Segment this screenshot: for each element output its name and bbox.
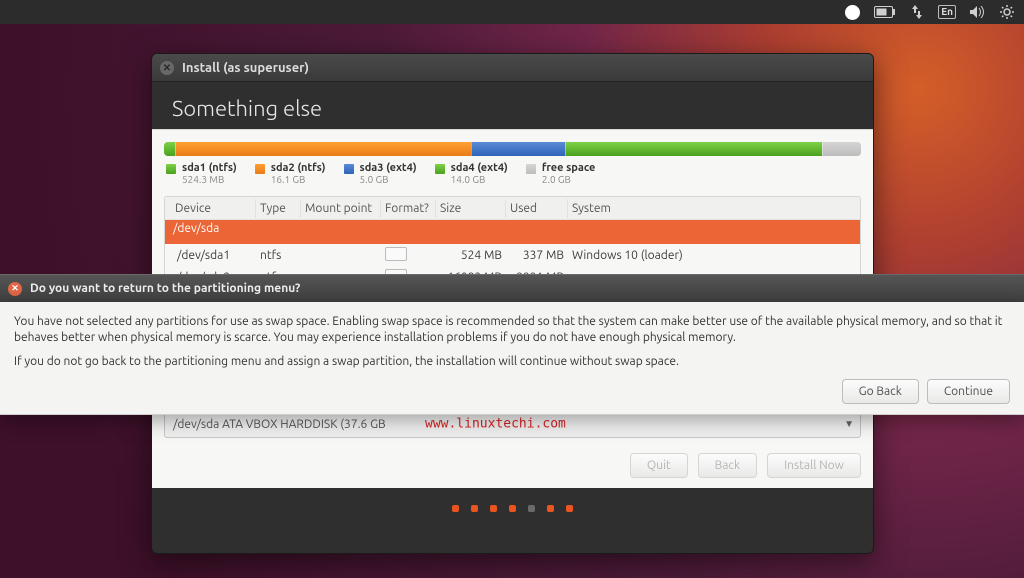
table-row[interactable]: /dev/sda1ntfs 524 MB337 MBWindows 10 (loa…: [165, 244, 860, 266]
battery-indicator[interactable]: [872, 0, 898, 24]
legend-item: free space2.0 GB: [526, 162, 596, 186]
disk-label: /dev/sda: [173, 222, 219, 235]
gear-icon: [1000, 5, 1014, 19]
dialog-body: You have not selected any partitions for…: [0, 302, 1024, 415]
cell-system: Windows 10 (loader): [568, 249, 854, 262]
legend-item: sda4 (ext4)14.0 GB: [435, 162, 508, 186]
partition-segment[interactable]: [565, 142, 822, 156]
dialog-close-button[interactable]: ✕: [8, 282, 22, 296]
partition-bar: [164, 142, 861, 156]
partition-chart: sda1 (ntfs)524.3 MB sda2 (ntfs)16.1 GB sda…: [152, 130, 873, 196]
network-indicator[interactable]: [908, 0, 926, 24]
accessibility-icon: [845, 5, 860, 20]
window-title: Install (as superuser): [182, 61, 309, 75]
keyboard-layout-indicator[interactable]: En: [936, 0, 958, 24]
dialog-paragraph-2: If you do not go back to the partitionin…: [14, 354, 1010, 370]
table-header-cell[interactable]: Mount point: [301, 199, 381, 218]
sound-indicator[interactable]: [968, 0, 988, 24]
legend-swatch: [166, 164, 176, 174]
dialog-title: Do you want to return to the partitionin…: [30, 282, 300, 295]
window-close-button[interactable]: ✕: [160, 61, 174, 75]
progress-dot: [490, 505, 497, 512]
volume-icon: [970, 6, 986, 18]
checkbox-icon: [385, 247, 407, 261]
close-icon: ✕: [11, 283, 19, 294]
bootloader-value: /dev/sda ATA VBOX HARDDISK (37.6 GB: [173, 418, 386, 431]
partition-segment[interactable]: [822, 142, 861, 156]
cell-used: 337 MB: [506, 249, 568, 262]
top-menubar: En: [0, 0, 1024, 24]
chevron-down-icon: ▼: [844, 418, 854, 430]
cell-format[interactable]: [381, 247, 436, 264]
page-title: Something else: [152, 82, 873, 129]
legend-swatch: [255, 164, 265, 174]
partition-segment[interactable]: [175, 142, 471, 156]
progress-dot: [471, 505, 478, 512]
disk-row[interactable]: /dev/sda: [165, 220, 860, 244]
go-back-button[interactable]: Go Back: [842, 379, 919, 404]
cell-device: /dev/sda1: [171, 249, 256, 262]
close-icon: ✕: [163, 63, 171, 73]
back-button[interactable]: Back: [698, 453, 757, 478]
progress-dot: [547, 505, 554, 512]
legend-text: free space2.0 GB: [542, 162, 596, 186]
partition-segment[interactable]: [164, 142, 175, 156]
legend-swatch: [435, 164, 445, 174]
progress-dots: [152, 488, 873, 528]
legend-text: sda3 (ext4)5.0 GB: [360, 162, 417, 186]
legend-swatch: [344, 164, 354, 174]
quit-button[interactable]: Quit: [630, 453, 688, 478]
install-now-button[interactable]: Install Now: [767, 453, 861, 478]
table-header-cell[interactable]: Device: [171, 199, 256, 218]
legend-item: sda2 (ntfs)16.1 GB: [255, 162, 326, 186]
legend-text: sda2 (ntfs)16.1 GB: [271, 162, 326, 186]
legend-item: sda3 (ext4)5.0 GB: [344, 162, 417, 186]
dialog-titlebar[interactable]: ✕ Do you want to return to the partition…: [0, 274, 1024, 302]
network-updown-icon: [910, 5, 924, 19]
progress-dot: [528, 505, 535, 512]
desktop: En ✕ Install (as superuser) Something el…: [0, 0, 1024, 578]
cell-size: 524 MB: [436, 249, 506, 262]
progress-dot: [452, 505, 459, 512]
table-header-cell[interactable]: System: [568, 199, 854, 218]
system-indicator[interactable]: [998, 0, 1016, 24]
legend-swatch: [526, 164, 536, 174]
window-titlebar[interactable]: ✕ Install (as superuser): [152, 54, 873, 82]
progress-dot: [509, 505, 516, 512]
table-header-cell[interactable]: Type: [256, 199, 301, 218]
cell-type: ntfs: [256, 249, 301, 262]
accessibility-indicator[interactable]: [843, 0, 862, 24]
legend-text: sda4 (ext4)14.0 GB: [451, 162, 508, 186]
dialog-actions: Go Back Continue: [14, 379, 1010, 404]
table-header-cell[interactable]: Size: [436, 199, 506, 218]
partition-segment[interactable]: [471, 142, 566, 156]
table-header-row: DeviceTypeMount pointFormat?SizeUsedSyst…: [165, 197, 860, 220]
table-header-cell[interactable]: Used: [506, 199, 568, 218]
continue-button[interactable]: Continue: [927, 379, 1010, 404]
dialog-paragraph-1: You have not selected any partitions for…: [14, 314, 1010, 346]
legend-text: sda1 (ntfs)524.3 MB: [182, 162, 237, 186]
legend-item: sda1 (ntfs)524.3 MB: [166, 162, 237, 186]
partition-legend: sda1 (ntfs)524.3 MB sda2 (ntfs)16.1 GB sda…: [164, 162, 861, 194]
keyboard-layout-label: En: [938, 5, 956, 19]
watermark-text: www.linuxtechi.com: [425, 417, 566, 432]
wizard-buttons: Quit Back Install Now: [630, 453, 861, 478]
battery-icon: [874, 6, 896, 18]
progress-dot: [566, 505, 573, 512]
table-header-cell[interactable]: Format?: [381, 199, 436, 218]
swap-warning-dialog: ✕ Do you want to return to the partition…: [0, 274, 1024, 415]
